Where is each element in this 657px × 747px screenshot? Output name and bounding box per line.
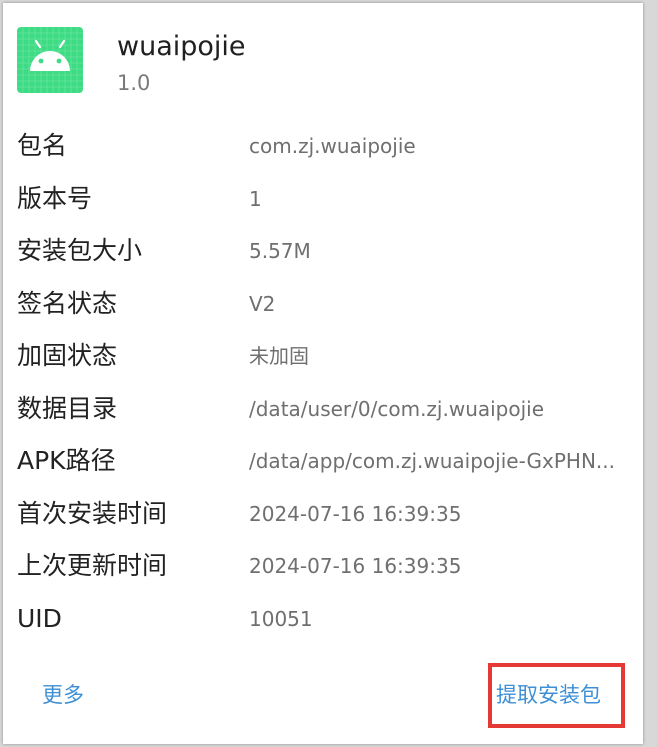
info-value: /data/user/0/com.zj.wuaipojie bbox=[249, 396, 545, 421]
info-row-hardening-status: 加固状态 未加固 bbox=[17, 330, 637, 383]
more-button[interactable]: 更多 bbox=[42, 680, 84, 710]
info-label: 首次安装时间 bbox=[17, 498, 168, 528]
app-info-dialog: wuaipojie 1.0 包名 com.zj.wuaipojie 版本号 1 … bbox=[3, 3, 643, 744]
app-header: wuaipojie 1.0 bbox=[17, 27, 617, 99]
info-value: com.zj.wuaipojie bbox=[249, 134, 416, 158]
info-value: 5.57M bbox=[249, 239, 311, 263]
info-row-data-directory: 数据目录 /data/user/0/com.zj.wuaipojie bbox=[17, 383, 637, 436]
info-label: 数据目录 bbox=[17, 393, 118, 423]
extract-button-highlight: 提取安装包 bbox=[488, 663, 625, 728]
info-value: 10051 bbox=[249, 606, 313, 631]
info-label: 版本号 bbox=[17, 183, 93, 213]
info-value: 2024-07-16 16:39:35 bbox=[249, 501, 462, 526]
info-value: 2024-07-16 16:39:35 bbox=[249, 554, 462, 578]
extract-apk-button[interactable]: 提取安装包 bbox=[496, 680, 601, 710]
app-info-list: 包名 com.zj.wuaipojie 版本号 1 安装包大小 5.57M 签名… bbox=[17, 120, 637, 645]
info-row-signature-status: 签名状态 V2 bbox=[17, 278, 637, 331]
info-row-package-name: 包名 com.zj.wuaipojie bbox=[17, 120, 637, 173]
info-label: 加固状态 bbox=[17, 341, 118, 370]
info-label: 包名 bbox=[17, 131, 68, 160]
info-value: 未加固 bbox=[249, 344, 309, 368]
info-row-uid: UID 10051 bbox=[17, 593, 637, 646]
info-label: UID bbox=[17, 603, 62, 633]
info-row-package-size: 安装包大小 5.57M bbox=[17, 225, 637, 278]
info-label: APK路径 bbox=[17, 446, 116, 475]
info-label: 安装包大小 bbox=[17, 236, 143, 265]
info-row-first-install-time: 首次安装时间 2024-07-16 16:39:35 bbox=[17, 488, 637, 541]
info-row-version-code: 版本号 1 bbox=[17, 173, 637, 226]
app-name: wuaipojie bbox=[117, 31, 246, 62]
android-robot-icon bbox=[17, 27, 83, 93]
info-label: 上次更新时间 bbox=[17, 551, 168, 580]
info-value: /data/app/com.zj.wuaipojie-GxPHN... bbox=[249, 449, 616, 473]
info-label: 签名状态 bbox=[17, 288, 118, 318]
info-row-last-update-time: 上次更新时间 2024-07-16 16:39:35 bbox=[17, 540, 637, 593]
info-row-apk-path: APK路径 /data/app/com.zj.wuaipojie-GxPHN..… bbox=[17, 435, 637, 488]
app-version: 1.0 bbox=[117, 71, 151, 95]
info-value: V2 bbox=[249, 291, 276, 316]
info-value: 1 bbox=[249, 186, 262, 211]
